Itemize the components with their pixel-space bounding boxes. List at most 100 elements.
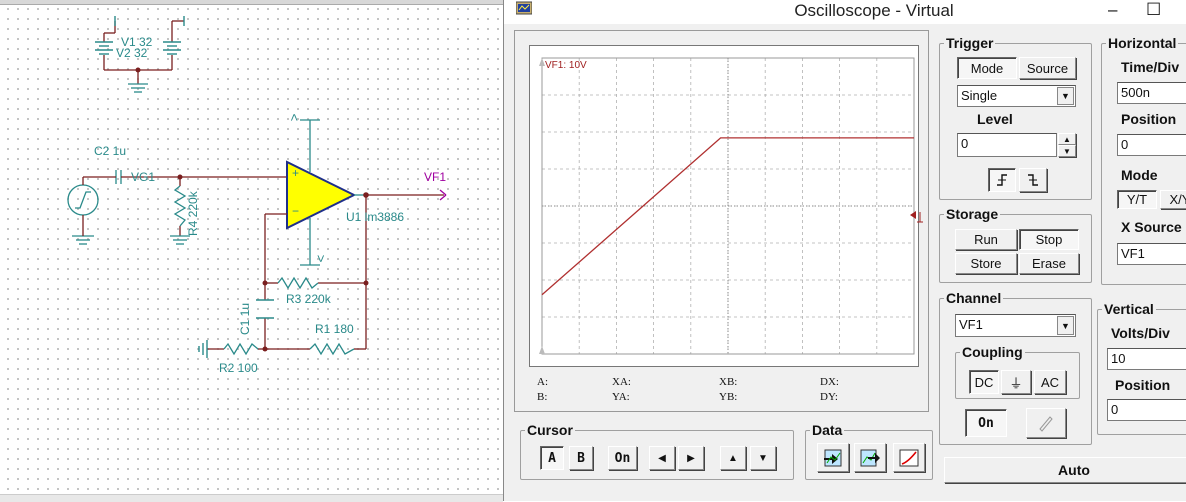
mode-yt-button[interactable]: Y/T [1117,190,1157,209]
channel-on-button[interactable]: On [965,409,1007,437]
bottom-marker-icon [539,346,545,354]
trigger-mode-value: Single [961,88,998,103]
label-vplus: > [286,113,302,122]
voltsdiv-label: Volts/Div [1111,325,1170,341]
window-title: Oscilloscope - Virtual [794,1,954,20]
trigger-level-input[interactable]: 0 [957,133,1057,157]
channel-group-title: Channel [946,290,1002,306]
mode-xy-button[interactable]: X/Y [1160,190,1186,209]
x-source-label: X Source [1121,219,1182,235]
trigger-level-spin-down[interactable]: ▼ [1058,145,1076,157]
timediv-label: Time/Div [1121,59,1180,75]
trigger-falling-edge-button[interactable] [1019,168,1047,192]
v-position-value: 0 [1111,402,1119,417]
schematic-canvas[interactable]: V1 32 V2 32 C2 1u VG1 R4 220k U1 lm3886 … [0,0,503,502]
cursor-up-button[interactable]: ▲ [720,446,746,470]
data-group-title: Data [812,422,843,438]
timediv-value: 500n [1121,85,1150,100]
trigger-level-value: 0 [961,136,969,151]
data-graph-button[interactable] [893,443,925,472]
storage-run-button[interactable]: Run [955,229,1017,250]
storage-store-button[interactable]: Store [955,253,1017,274]
label-r2: R2 100 [219,361,258,375]
cursor-right-button[interactable]: ▶ [678,446,704,470]
trigger-group-title: Trigger [946,35,994,51]
cursor-group-title: Cursor [527,422,573,438]
cursor-on-button[interactable]: On [608,446,637,470]
auto-button[interactable]: Auto [944,457,1186,483]
scope-graticule [539,57,915,355]
yb-readout: YB: [719,391,738,403]
h-position-value: 0 [1121,137,1129,152]
falling-edge-icon [1028,174,1038,186]
trigger-level-spin-up[interactable]: ▲ [1058,133,1076,145]
h-position-input[interactable]: 0 [1117,134,1186,156]
channel-color-button[interactable] [1026,408,1066,438]
ya-readout: YA: [612,391,630,403]
cursor-a-button[interactable]: A [540,446,564,470]
v-position-label: Position [1115,377,1171,393]
label-r3: R3 220k [286,292,331,306]
trigger-mode-button[interactable]: Mode [957,57,1017,79]
trigger-level-label: Level [977,111,1013,127]
channel-scale-label: VF1: 10V [545,60,587,71]
storage-erase-button[interactable]: Erase [1019,253,1079,274]
coupling-ac-button[interactable]: AC [1034,370,1066,394]
data-import-button[interactable] [817,443,849,472]
minimize-button[interactable]: – [1108,0,1117,20]
scope-plot[interactable] [529,45,919,367]
channel-value: VF1 [959,317,983,332]
x-source-input[interactable]: VF1 [1117,243,1186,265]
channel-select[interactable]: VF1 ▼ [955,314,1076,337]
h-position-label: Position [1121,111,1177,127]
timediv-input[interactable]: 500n [1117,82,1186,104]
chevron-down-icon[interactable]: ▼ [1057,316,1074,335]
export-chart-icon [860,449,880,466]
label-opamp-minus: − [292,204,300,218]
cursor-down-button[interactable]: ▼ [750,446,776,470]
rising-edge-icon [997,174,1007,186]
label-r1: R1 180 [315,322,354,336]
label-opamp-plus: + [292,166,300,180]
chevron-down-icon[interactable]: ▼ [1057,87,1074,105]
graph-curve-icon [899,449,919,466]
trigger-source-button[interactable]: Source [1019,57,1076,79]
label-r4: R4 220k [186,191,200,236]
storage-group-title: Storage [946,206,999,222]
label-vg1: VG1 [131,170,156,184]
h-mode-label: Mode [1121,167,1158,183]
label-c1: C1 1u [238,302,252,335]
v-position-input[interactable]: 0 [1107,399,1186,421]
voltsdiv-value: 10 [1111,351,1126,366]
maximize-button[interactable]: ☐ [1146,0,1161,20]
voltsdiv-input[interactable]: 10 [1107,348,1186,370]
xb-readout: XB: [719,376,738,388]
data-export-button[interactable] [854,443,886,472]
xa-readout: XA: [612,376,631,388]
coupling-dc-button[interactable]: DC [969,370,999,394]
trigger-level-marker-icon[interactable] [908,209,924,225]
label-vf1-probe: VF1 [424,170,447,184]
trigger-rising-edge-button[interactable] [988,168,1016,192]
pen-icon [1039,416,1053,432]
label-v2: V2 32 [116,46,148,60]
schematic-drawing [67,16,447,358]
cursor-a-readout: A: [537,376,548,388]
label-vminus: > [313,254,329,263]
vertical-group-title: Vertical [1104,301,1154,317]
coupling-gnd-button[interactable]: ⏚ [1001,370,1031,394]
label-u1: U1 lm3886 [346,210,405,224]
coupling-group-title: Coupling [962,344,1023,360]
cursor-b-button[interactable]: B [569,446,593,470]
title-bar[interactable]: Oscilloscope - Virtual – ☐ [504,0,1186,24]
oscilloscope-window: Oscilloscope - Virtual – ☐ VF1: 10V A: B… [503,0,1186,501]
cursor-left-button[interactable]: ◀ [649,446,675,470]
trigger-mode-select[interactable]: Single ▼ [957,85,1076,107]
dx-readout: DX: [820,376,839,388]
x-source-value: VF1 [1121,246,1145,261]
label-c2: C2 1u [94,144,127,158]
horizontal-group-title: Horizontal [1108,35,1177,51]
storage-stop-button[interactable]: Stop [1019,229,1079,250]
import-chart-icon [824,449,842,466]
dy-readout: DY: [820,391,838,403]
